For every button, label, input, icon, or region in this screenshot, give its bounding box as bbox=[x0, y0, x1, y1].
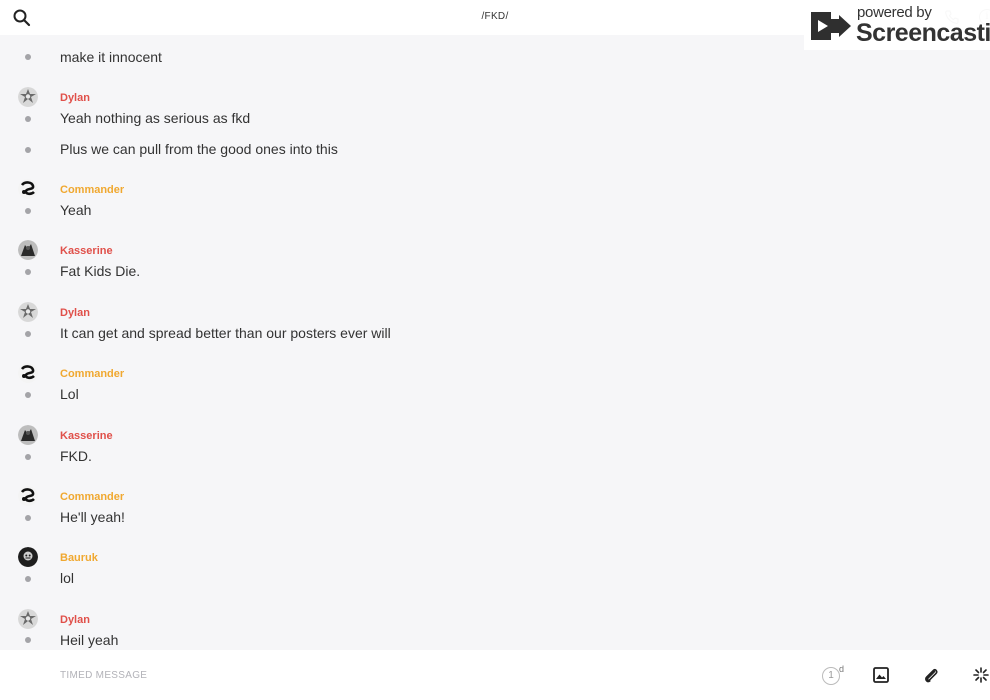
avatar[interactable] bbox=[18, 179, 38, 199]
message-text: make it innocent bbox=[60, 49, 162, 65]
author-name[interactable]: Kasserine bbox=[60, 430, 113, 442]
timer-value: 1 bbox=[828, 670, 834, 681]
avatar-swirl-icon bbox=[18, 179, 38, 199]
avatar[interactable] bbox=[18, 240, 38, 260]
paperclip-icon bbox=[925, 669, 938, 683]
author-name[interactable]: Dylan bbox=[60, 614, 90, 626]
timer-unit: d bbox=[839, 664, 845, 674]
author-name[interactable]: Commander bbox=[60, 491, 124, 503]
avatar-cross-icon bbox=[18, 609, 38, 629]
message-text: Yeah bbox=[60, 202, 92, 218]
avatar-figure-icon bbox=[18, 425, 38, 445]
attach-button[interactable] bbox=[922, 666, 940, 684]
image-icon bbox=[873, 667, 889, 683]
avatar[interactable] bbox=[18, 486, 38, 506]
timer-button[interactable]: 1 d bbox=[822, 664, 846, 686]
avatar-swirl-icon bbox=[18, 363, 38, 383]
image-button[interactable] bbox=[873, 667, 889, 683]
avatar[interactable] bbox=[18, 363, 38, 383]
message-text: lol bbox=[60, 570, 75, 586]
message-bullet bbox=[25, 331, 31, 337]
author-name[interactable]: Commander bbox=[60, 368, 124, 380]
burst-icon bbox=[973, 667, 989, 683]
avatar[interactable] bbox=[18, 609, 38, 629]
author-name[interactable]: Commander bbox=[60, 184, 124, 196]
avatar[interactable] bbox=[18, 302, 38, 322]
message-text: Plus we can pull from the good ones into… bbox=[60, 141, 338, 157]
burst-button[interactable] bbox=[972, 667, 990, 683]
composer-bar: 1 d bbox=[0, 650, 990, 700]
message-bullet bbox=[25, 637, 31, 643]
message-bullet bbox=[25, 454, 31, 460]
message-bullet bbox=[25, 269, 31, 275]
message-bullet bbox=[25, 147, 31, 153]
message-text: Yeah nothing as serious as fkd bbox=[60, 110, 251, 126]
avatar-cross-icon bbox=[18, 302, 38, 322]
avatar-dark-portrait-icon bbox=[18, 547, 38, 567]
avatar[interactable] bbox=[18, 87, 38, 107]
message-text: Lol bbox=[60, 386, 79, 402]
message-bullet bbox=[25, 116, 31, 122]
author-name[interactable]: Kasserine bbox=[60, 245, 113, 257]
message-text: It can get and spread better than our po… bbox=[60, 325, 391, 341]
author-name[interactable]: Dylan bbox=[60, 307, 90, 319]
author-name[interactable]: Dylan bbox=[60, 92, 90, 104]
message-text: Heil yeah bbox=[60, 632, 119, 648]
avatar-figure-icon bbox=[18, 240, 38, 260]
avatar[interactable] bbox=[18, 425, 38, 445]
message-bullet bbox=[25, 515, 31, 521]
message-list[interactable]: make it innocent Dylan Yeah nothing as s… bbox=[0, 35, 990, 650]
message-bullet bbox=[25, 392, 31, 398]
avatar[interactable] bbox=[18, 547, 38, 567]
author-name[interactable]: Bauruk bbox=[60, 552, 98, 564]
avatar-swirl-icon bbox=[18, 486, 38, 506]
message-input[interactable] bbox=[60, 664, 760, 686]
timer-icon: 1 bbox=[822, 667, 840, 685]
message-bullet bbox=[25, 208, 31, 214]
message-text: FKD. bbox=[60, 448, 92, 464]
message-bullet bbox=[25, 576, 31, 582]
message-bullet bbox=[25, 54, 31, 60]
avatar-cross-icon bbox=[18, 87, 38, 107]
message-text: He'll yeah! bbox=[60, 509, 125, 525]
message-text: Fat Kids Die. bbox=[60, 263, 141, 279]
